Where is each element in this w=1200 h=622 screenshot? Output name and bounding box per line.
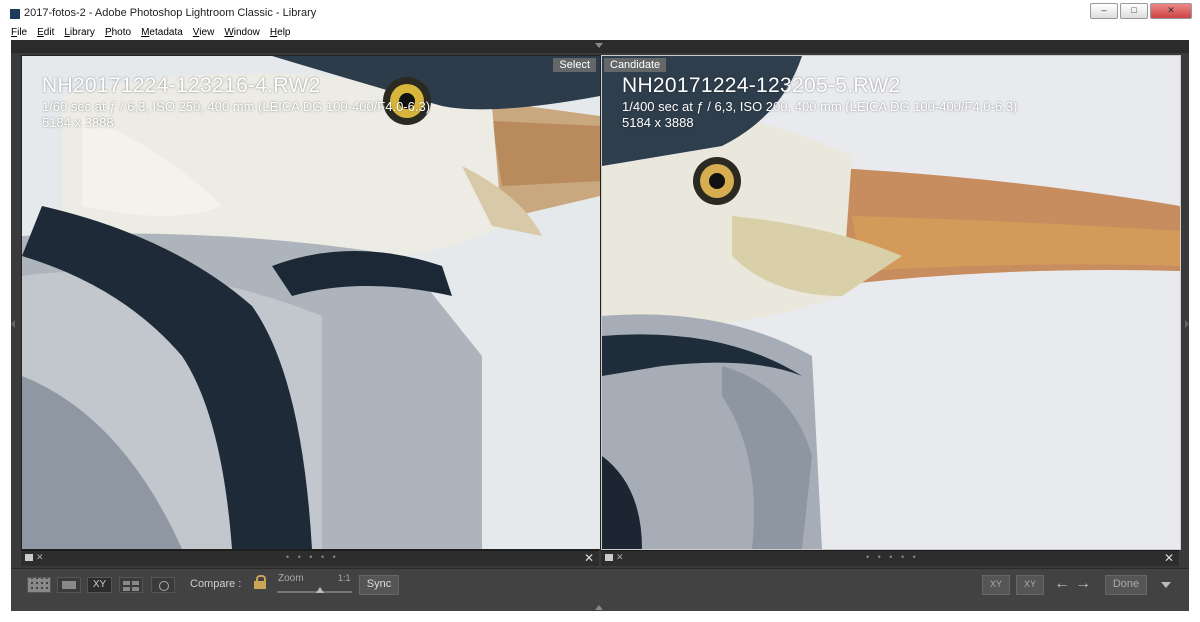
zoom-slider-thumb[interactable]	[316, 587, 324, 593]
reject-icon[interactable]: ✕	[616, 552, 624, 563]
star-rating[interactable]: • • • • •	[286, 552, 339, 562]
candidate-rating-bar: ✕ • • • • • ✕	[601, 550, 1179, 566]
title-bar: 2017-fotos-2 - Adobe Photoshop Lightroom…	[0, 0, 1200, 26]
zoom-label: Zoom	[278, 573, 304, 584]
expand-left-panel-icon[interactable]	[11, 320, 15, 328]
menu-metadata[interactable]: Metadata	[136, 26, 188, 40]
people-view-icon[interactable]	[151, 577, 175, 593]
arrow-left-icon[interactable]: ←	[1054, 575, 1070, 593]
survey-view-icon[interactable]	[119, 577, 143, 593]
candidate-badge: Candidate	[604, 58, 667, 72]
window-controls: – □ ✕	[1090, 3, 1192, 19]
menu-photo[interactable]: Photo	[100, 26, 136, 40]
flag-icon[interactable]	[605, 554, 613, 561]
maximize-button[interactable]: □	[1120, 3, 1148, 19]
expand-right-panel-icon[interactable]	[1185, 320, 1189, 328]
menu-bar: File Edit Library Photo Metadata View Wi…	[0, 26, 1200, 40]
select-exposure: 1/60 sec at ƒ / 6,3, ISO 250, 400 mm (LE…	[42, 99, 431, 114]
candidate-dimensions: 5184 x 3888	[622, 115, 694, 130]
make-select-icon[interactable]: XY	[1016, 575, 1044, 595]
candidate-photo-panel[interactable]: Candidate NH20171224-123205-5.RW2 1/400 …	[601, 55, 1181, 550]
menu-library[interactable]: Library	[59, 26, 100, 40]
sync-button[interactable]: Sync	[359, 575, 399, 595]
menu-window[interactable]: Window	[219, 26, 265, 40]
close-candidate-button[interactable]: ✕	[1164, 551, 1174, 565]
collapse-top-panel-icon[interactable]	[595, 43, 603, 48]
compare-view-icon[interactable]: XY	[87, 577, 112, 593]
app-icon	[10, 9, 20, 19]
compare-label: Compare :	[190, 578, 242, 590]
close-button[interactable]: ✕	[1150, 3, 1192, 19]
reject-icon[interactable]: ✕	[36, 552, 44, 563]
zoom-ratio: 1:1	[338, 573, 351, 583]
swap-icon[interactable]: XY	[982, 575, 1010, 595]
select-dimensions: 5184 x 3888	[42, 115, 114, 130]
menu-view[interactable]: View	[188, 26, 220, 40]
candidate-filename: NH20171224-123205-5.RW2	[622, 74, 901, 97]
collapse-bottom-panel-icon[interactable]	[595, 605, 603, 610]
candidate-info-overlay: NH20171224-123205-5.RW2 1/400 sec at ƒ /…	[622, 74, 1017, 130]
star-rating[interactable]: • • • • •	[866, 552, 919, 562]
menu-edit[interactable]: Edit	[32, 26, 59, 40]
close-select-button[interactable]: ✕	[584, 551, 594, 565]
done-button[interactable]: Done	[1105, 575, 1147, 595]
menu-help[interactable]: Help	[265, 26, 296, 40]
select-badge: Select	[553, 58, 596, 72]
zoom-slider[interactable]	[277, 591, 352, 593]
select-rating-bar: ✕ • • • • • ✕	[21, 550, 599, 566]
arrow-right-icon[interactable]: →	[1075, 575, 1091, 593]
grid-view-icon[interactable]	[27, 577, 51, 593]
lock-icon[interactable]	[254, 575, 266, 589]
lock-body	[254, 581, 266, 589]
flag-icon[interactable]	[25, 554, 33, 561]
toolbar-menu-icon[interactable]	[1161, 582, 1171, 588]
loupe-view-icon[interactable]	[57, 577, 81, 593]
top-panel-toggle-strip[interactable]	[11, 40, 1189, 53]
menu-file[interactable]: File	[0, 26, 32, 40]
select-filename: NH20171224-123216-4.RW2	[42, 74, 321, 97]
library-compare-view: Select NH20171224-123216-4.RW2 1/60 sec …	[11, 40, 1189, 611]
window-title: 2017-fotos-2 - Adobe Photoshop Lightroom…	[24, 7, 317, 19]
select-photo-panel[interactable]: Select NH20171224-123216-4.RW2 1/60 sec …	[21, 55, 601, 550]
select-info-overlay: NH20171224-123216-4.RW2 1/60 sec at ƒ / …	[42, 74, 430, 130]
candidate-exposure: 1/400 sec at ƒ / 6,3, ISO 200, 400 mm (L…	[622, 99, 1018, 114]
minimize-button[interactable]: –	[1090, 3, 1118, 19]
